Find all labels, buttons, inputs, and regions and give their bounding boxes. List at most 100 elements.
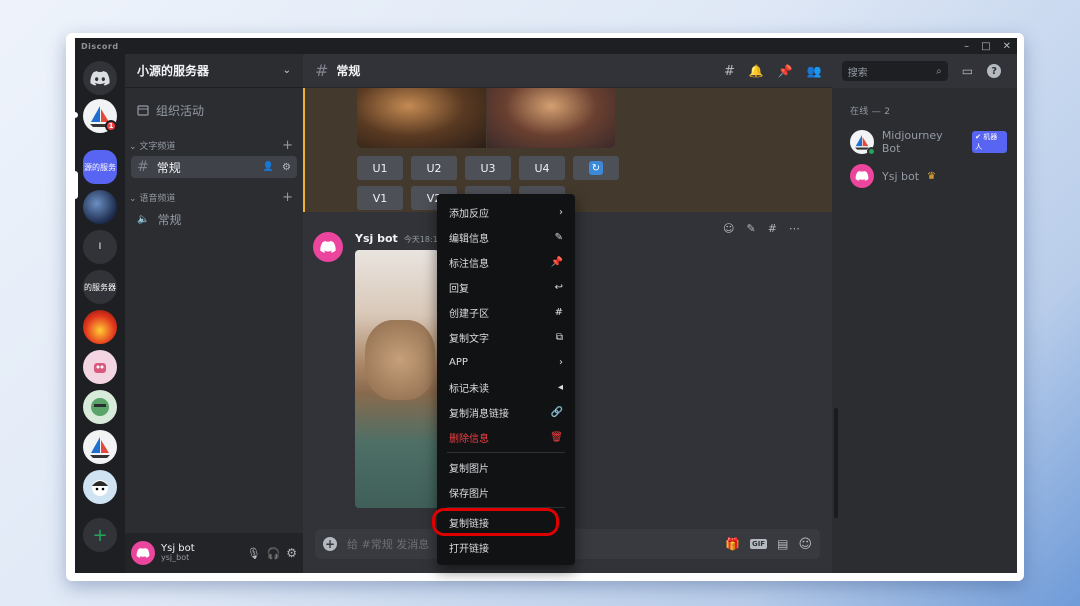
channel-general[interactable]: # 常规 👤 ⚙: [131, 156, 297, 178]
title-bar: Discord – □ ✕: [75, 38, 1017, 54]
add-channel-icon[interactable]: +: [282, 190, 293, 205]
menu-label: 打开链接: [449, 544, 489, 555]
message-avatar[interactable]: [313, 232, 343, 262]
menu-pin-message[interactable]: 标注信息 📌: [443, 250, 569, 275]
events-link[interactable]: 组织活动: [125, 94, 303, 126]
u1-button[interactable]: U1: [357, 156, 403, 180]
attached-image[interactable]: [355, 250, 439, 508]
menu-reply[interactable]: 回复 ↩: [443, 275, 569, 300]
server-pink-avatar[interactable]: [83, 350, 117, 384]
server-boat2-avatar[interactable]: [83, 430, 117, 464]
scrollbar-thumb[interactable]: [834, 408, 838, 518]
menu-label: 保存图片: [449, 489, 489, 500]
online-status-icon: [866, 147, 876, 156]
menu-copy-image[interactable]: 复制图片: [443, 455, 569, 480]
user-avatar[interactable]: [131, 541, 155, 565]
thread-icon[interactable]: #: [768, 222, 777, 235]
microphone-icon[interactable]: 🎙: [247, 547, 261, 560]
search-placeholder: 搜索: [847, 67, 868, 79]
bot-tag: ✔ 机器人: [972, 131, 1007, 153]
gear-icon[interactable]: ⚙: [282, 162, 291, 173]
add-server-button[interactable]: +: [83, 518, 117, 552]
add-reaction-icon[interactable]: ☺: [723, 222, 734, 235]
server-i-label: I: [98, 242, 102, 252]
u4-button[interactable]: U4: [519, 156, 565, 180]
settings-icon[interactable]: ⚙: [286, 546, 297, 560]
u3-button[interactable]: U3: [465, 156, 511, 180]
headphones-icon[interactable]: 🎧: [267, 547, 281, 560]
add-channel-icon[interactable]: +: [282, 138, 293, 153]
chevron-right-icon: ›: [559, 357, 563, 368]
link-icon: 🔗: [550, 407, 563, 418]
menu-copy-text[interactable]: 复制文字 ⧉: [443, 325, 569, 350]
voice-channel-general[interactable]: 🔈 常规: [131, 208, 297, 230]
menu-mark-unread[interactable]: 标记未读 ◂: [443, 375, 569, 400]
image-tile-2: [486, 88, 615, 148]
inbox-icon[interactable]: ▭: [962, 64, 973, 78]
server-header[interactable]: 小源的服务器 ⌄: [125, 54, 303, 88]
menu-add-reaction[interactable]: 添加反应 ›: [443, 200, 569, 225]
generated-image-grid[interactable]: [357, 88, 615, 148]
pin-icon: 📌: [550, 257, 563, 268]
menu-label: 复制消息链接: [449, 409, 509, 420]
menu-open-link[interactable]: 打开链接: [443, 535, 569, 560]
server-green-avatar[interactable]: [83, 390, 117, 424]
server-fire-avatar[interactable]: [83, 310, 117, 344]
server-i[interactable]: I: [83, 230, 117, 264]
sticker-icon[interactable]: ▤: [777, 537, 788, 551]
invite-icon[interactable]: 👤: [263, 162, 274, 172]
dog-photo-detail: [365, 320, 435, 400]
server-earth-avatar[interactable]: [83, 190, 117, 224]
voice-channel-label: 常规: [157, 212, 182, 227]
menu-save-image[interactable]: 保存图片: [443, 480, 569, 505]
voice-category[interactable]: ⌄ 语音频道 +: [125, 188, 303, 206]
reroll-button[interactable]: ↻: [573, 156, 619, 180]
menu-create-thread[interactable]: 创建子区 #: [443, 300, 569, 325]
v1-button[interactable]: V1: [357, 186, 403, 210]
server-anime-avatar[interactable]: [83, 470, 117, 504]
close-button[interactable]: ✕: [1003, 41, 1011, 52]
member-ysj-bot[interactable]: Ysj bot ♛: [850, 159, 1007, 193]
menu-label: 复制文字: [449, 334, 489, 345]
member-list: 在线 — 2 Midjourney Bot ✔ 机器人 Ysj bot ♛: [840, 88, 1017, 573]
minimize-button[interactable]: –: [964, 41, 969, 52]
add-attachment-icon[interactable]: +: [323, 537, 337, 551]
menu-delete-message[interactable]: 删除信息 🗑: [443, 425, 569, 450]
app-title: Discord: [81, 41, 119, 51]
unread-icon: ◂: [557, 382, 563, 393]
members-icon[interactable]: 👥: [807, 64, 822, 78]
pin-icon[interactable]: 📌: [778, 64, 793, 78]
server-text[interactable]: 的服务器: [83, 270, 117, 304]
menu-label: 回复: [449, 284, 469, 295]
u2-button[interactable]: U2: [411, 156, 457, 180]
discord-logo-icon: [320, 241, 336, 253]
threads-icon[interactable]: #: [724, 64, 735, 79]
menu-separator: [447, 452, 565, 453]
gif-icon[interactable]: GIF: [749, 539, 768, 549]
member-avatar: [850, 164, 874, 188]
message-author[interactable]: Ysj bot: [355, 232, 398, 245]
edit-icon[interactable]: ✎: [746, 222, 755, 235]
gift-icon[interactable]: 🎁: [725, 537, 740, 551]
menu-copy-message-link[interactable]: 复制消息链接 🔗: [443, 400, 569, 425]
text-category[interactable]: ⌄ 文字频道 +: [125, 136, 303, 154]
menu-edit-message[interactable]: 编辑信息 ✎: [443, 225, 569, 250]
search-input[interactable]: 搜索 ⌕: [841, 61, 948, 81]
bell-icon[interactable]: 🔔: [749, 64, 764, 78]
server-name: 小源的服务器: [137, 64, 210, 78]
maximize-button[interactable]: □: [981, 41, 990, 52]
selected-pill: [75, 171, 78, 199]
member-midjourney[interactable]: Midjourney Bot ✔ 机器人: [850, 125, 1007, 159]
more-icon[interactable]: ⋯: [789, 222, 800, 235]
channel-general-label: 常规: [156, 160, 181, 175]
server-selected[interactable]: 源的服务: [83, 150, 117, 184]
text-category-label: 文字频道: [139, 141, 176, 152]
menu-label: APP: [449, 357, 468, 368]
home-button[interactable]: [83, 61, 117, 95]
emoji-icon[interactable]: ☺: [798, 537, 812, 552]
menu-apps[interactable]: APP ›: [443, 350, 569, 375]
help-icon[interactable]: ?: [987, 64, 1002, 78]
channel-sidebar: 小源的服务器 ⌄ 组织活动 ⌄ 文字频道 + # 常规 👤 ⚙ ⌄ 语音频道 +…: [125, 54, 303, 573]
chat-scrollbar[interactable]: [832, 88, 840, 573]
user-panel: Ysj bot ysj_bot 🎙 🎧 ⚙: [125, 533, 303, 573]
